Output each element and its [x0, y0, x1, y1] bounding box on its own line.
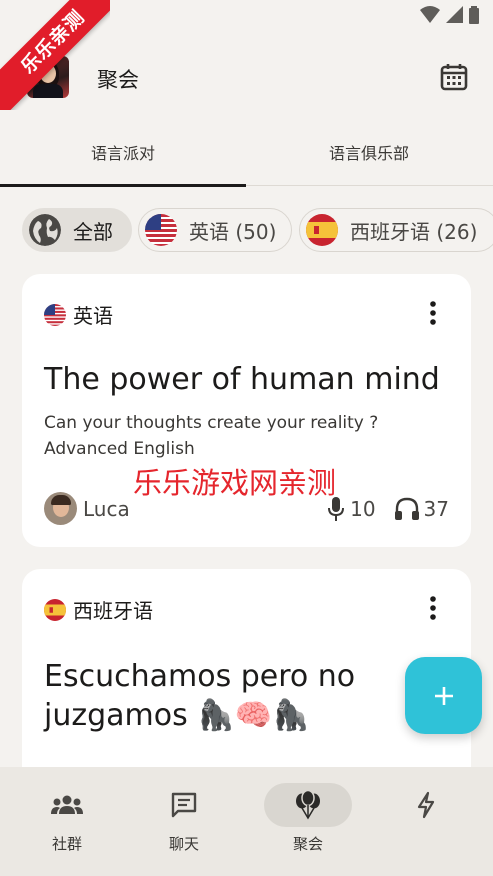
nav-item-activity[interactable]: [366, 783, 486, 863]
more-options-button[interactable]: [423, 595, 443, 621]
headphones-icon: [394, 497, 419, 520]
tab-bar: 语言派对 语言俱乐部: [0, 124, 493, 187]
listeners-stat: 37: [394, 497, 449, 521]
create-event-button[interactable]: [405, 657, 482, 734]
filter-chip-all[interactable]: 全部: [22, 208, 132, 252]
nav-label: 聊天: [168, 835, 199, 853]
nav-item-gatherings[interactable]: 聚会: [248, 783, 368, 863]
event-card[interactable]: 西班牙语 Escuchamos pero no juzgamos 🦍🧠🦍: [22, 569, 471, 799]
filter-chip-spanish[interactable]: 西班牙语 (26): [299, 208, 493, 252]
card-language-label: 西班牙语: [73, 599, 153, 623]
lightning-icon: [417, 791, 435, 819]
globe-icon: [29, 214, 61, 246]
plus-icon: [434, 686, 453, 705]
wifi-icon: [420, 6, 440, 23]
spain-flag-icon: [44, 598, 66, 621]
tab-language-club[interactable]: 语言俱乐部: [246, 124, 492, 186]
calendar-icon: [440, 64, 468, 91]
card-language: 西班牙语: [44, 595, 153, 624]
status-icons: [420, 6, 479, 24]
bottom-navigation: 社群 聊天 聚会: [0, 767, 493, 876]
more-vertical-icon: [430, 301, 436, 325]
more-options-button[interactable]: [423, 300, 443, 326]
us-flag-icon: [44, 303, 66, 326]
card-language: 英语: [44, 300, 113, 329]
speakers-count: 10: [350, 497, 376, 521]
speakers-stat: 10: [326, 496, 376, 522]
card-title: Escuchamos pero no juzgamos 🦍🧠🦍: [44, 659, 356, 733]
tab-label: 语言派对: [90, 144, 155, 163]
event-card[interactable]: 英语 The power of human mind Can your thou…: [22, 274, 471, 547]
nav-item-community[interactable]: 社群: [7, 783, 127, 863]
card-description: Can your thoughts create your reality ? …: [44, 413, 379, 459]
filter-chip-label: 西班牙语 (26): [350, 219, 478, 244]
host-name: Luca: [83, 496, 130, 521]
tab-active-indicator: [0, 184, 246, 187]
corner-ribbon-text: 乐乐亲测: [0, 0, 110, 110]
nav-label: 社群: [51, 835, 82, 853]
listeners-count: 37: [423, 497, 449, 521]
spain-flag-icon: [306, 214, 338, 246]
us-flag-icon: [145, 214, 177, 246]
chat-icon: [171, 792, 197, 818]
host-avatar: [44, 492, 77, 525]
tab-language-party[interactable]: 语言派对: [0, 124, 246, 187]
filter-chip-english[interactable]: 英语 (50): [138, 208, 292, 252]
battery-icon: [469, 6, 479, 24]
tab-label: 语言俱乐部: [328, 144, 409, 163]
nav-item-chat[interactable]: 聊天: [124, 783, 244, 863]
nav-active-pill: [264, 783, 352, 827]
community-icon: [51, 795, 83, 814]
card-title: The power of human mind: [44, 362, 440, 397]
watermark-text: 乐乐游戏网亲测: [133, 466, 337, 500]
filter-chip-label: 英语 (50): [189, 219, 277, 244]
more-vertical-icon: [430, 596, 436, 620]
signal-icon: [446, 6, 463, 23]
card-host[interactable]: Luca: [44, 492, 130, 525]
card-stats: 10 37: [326, 496, 449, 522]
balloons-icon: [296, 790, 320, 820]
filter-chip-label: 全部: [73, 219, 113, 244]
microphone-icon: [328, 497, 345, 521]
nav-label: 聚会: [292, 835, 323, 853]
calendar-button[interactable]: [439, 62, 469, 92]
corner-ribbon: 乐乐亲测: [0, 0, 110, 110]
card-language-label: 英语: [73, 304, 113, 328]
